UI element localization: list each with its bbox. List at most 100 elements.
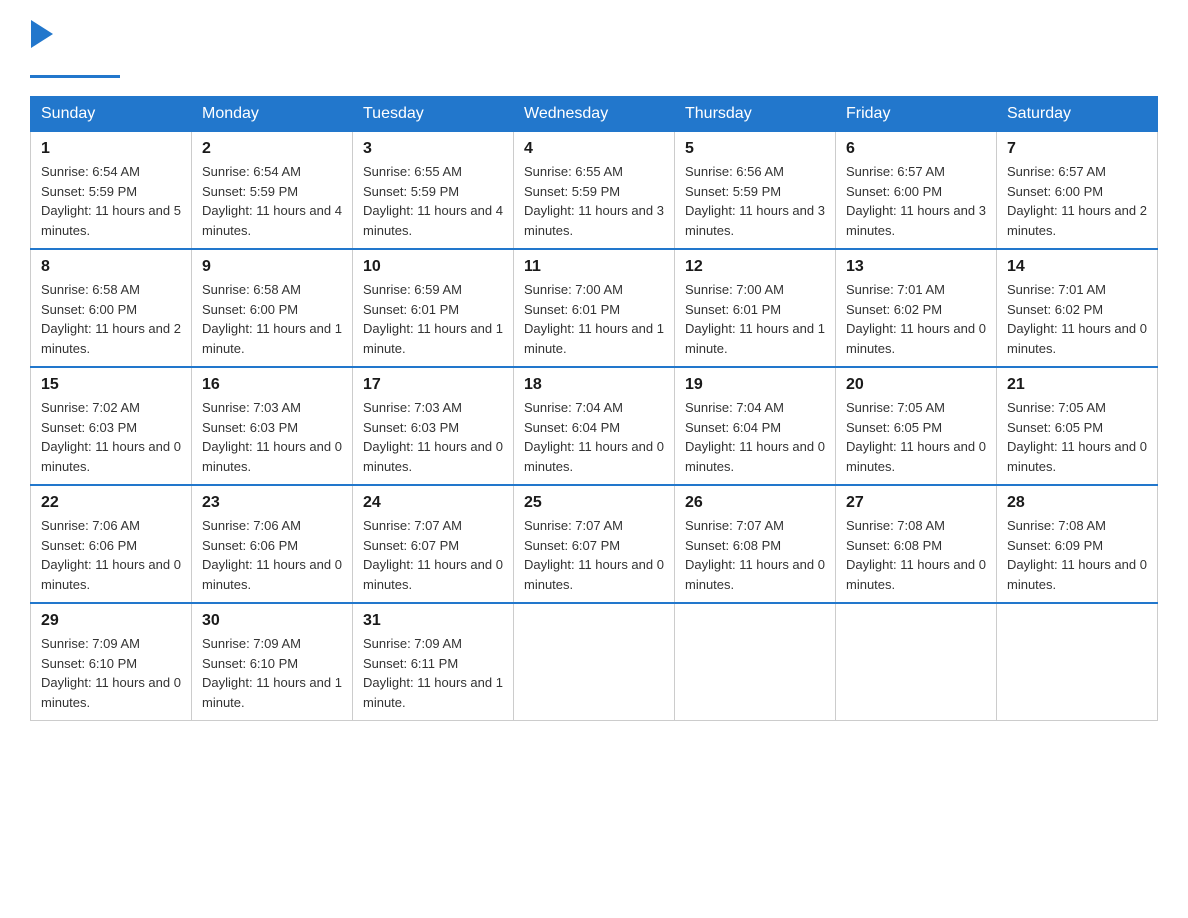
sunrise-label: Sunrise: 6:57 AM [1007, 164, 1106, 179]
calendar-cell: 3 Sunrise: 6:55 AM Sunset: 5:59 PM Dayli… [353, 132, 514, 250]
day-number: 19 [685, 376, 825, 394]
day-info: Sunrise: 7:00 AM Sunset: 6:01 PM Dayligh… [685, 280, 825, 358]
calendar-cell: 27 Sunrise: 7:08 AM Sunset: 6:08 PM Dayl… [836, 485, 997, 603]
calendar-cell: 12 Sunrise: 7:00 AM Sunset: 6:01 PM Dayl… [675, 249, 836, 367]
sunrise-label: Sunrise: 7:06 AM [202, 518, 301, 533]
day-info: Sunrise: 7:06 AM Sunset: 6:06 PM Dayligh… [202, 516, 342, 594]
day-info: Sunrise: 6:58 AM Sunset: 6:00 PM Dayligh… [41, 280, 181, 358]
calendar-cell: 22 Sunrise: 7:06 AM Sunset: 6:06 PM Dayl… [31, 485, 192, 603]
sunrise-label: Sunrise: 7:03 AM [363, 400, 462, 415]
day-info: Sunrise: 6:55 AM Sunset: 5:59 PM Dayligh… [363, 162, 503, 240]
sunrise-label: Sunrise: 7:07 AM [363, 518, 462, 533]
day-info: Sunrise: 7:09 AM Sunset: 6:10 PM Dayligh… [202, 634, 342, 712]
calendar-week-row: 1 Sunrise: 6:54 AM Sunset: 5:59 PM Dayli… [31, 132, 1158, 250]
day-info: Sunrise: 7:05 AM Sunset: 6:05 PM Dayligh… [1007, 398, 1147, 476]
calendar-cell: 11 Sunrise: 7:00 AM Sunset: 6:01 PM Dayl… [514, 249, 675, 367]
sunset-label: Sunset: 6:00 PM [41, 302, 137, 317]
day-info: Sunrise: 6:56 AM Sunset: 5:59 PM Dayligh… [685, 162, 825, 240]
calendar-cell: 14 Sunrise: 7:01 AM Sunset: 6:02 PM Dayl… [997, 249, 1158, 367]
daylight-label: Daylight: 11 hours and 1 minute. [202, 675, 342, 710]
daylight-label: Daylight: 11 hours and 0 minutes. [1007, 439, 1147, 474]
sunset-label: Sunset: 6:05 PM [1007, 420, 1103, 435]
day-header-tuesday: Tuesday [353, 97, 514, 132]
calendar-cell: 7 Sunrise: 6:57 AM Sunset: 6:00 PM Dayli… [997, 132, 1158, 250]
daylight-label: Daylight: 11 hours and 0 minutes. [363, 557, 503, 592]
daylight-label: Daylight: 11 hours and 0 minutes. [202, 439, 342, 474]
day-info: Sunrise: 7:07 AM Sunset: 6:07 PM Dayligh… [524, 516, 664, 594]
sunrise-label: Sunrise: 6:57 AM [846, 164, 945, 179]
day-number: 21 [1007, 376, 1147, 394]
calendar-cell [675, 603, 836, 721]
day-info: Sunrise: 6:59 AM Sunset: 6:01 PM Dayligh… [363, 280, 503, 358]
day-number: 4 [524, 140, 664, 158]
daylight-label: Daylight: 11 hours and 0 minutes. [846, 557, 986, 592]
calendar-cell: 6 Sunrise: 6:57 AM Sunset: 6:00 PM Dayli… [836, 132, 997, 250]
day-info: Sunrise: 7:09 AM Sunset: 6:10 PM Dayligh… [41, 634, 181, 712]
day-info: Sunrise: 6:54 AM Sunset: 5:59 PM Dayligh… [41, 162, 181, 240]
daylight-label: Daylight: 11 hours and 0 minutes. [363, 439, 503, 474]
day-info: Sunrise: 7:02 AM Sunset: 6:03 PM Dayligh… [41, 398, 181, 476]
day-number: 12 [685, 258, 825, 276]
day-number: 25 [524, 494, 664, 512]
calendar-cell: 18 Sunrise: 7:04 AM Sunset: 6:04 PM Dayl… [514, 367, 675, 485]
day-info: Sunrise: 6:57 AM Sunset: 6:00 PM Dayligh… [1007, 162, 1147, 240]
day-number: 23 [202, 494, 342, 512]
sunrise-label: Sunrise: 7:00 AM [524, 282, 623, 297]
sunrise-label: Sunrise: 7:01 AM [846, 282, 945, 297]
calendar-cell: 29 Sunrise: 7:09 AM Sunset: 6:10 PM Dayl… [31, 603, 192, 721]
calendar-cell: 15 Sunrise: 7:02 AM Sunset: 6:03 PM Dayl… [31, 367, 192, 485]
daylight-label: Daylight: 11 hours and 1 minute. [363, 675, 503, 710]
calendar-cell: 10 Sunrise: 6:59 AM Sunset: 6:01 PM Dayl… [353, 249, 514, 367]
calendar-cell [997, 603, 1158, 721]
calendar-cell: 25 Sunrise: 7:07 AM Sunset: 6:07 PM Dayl… [514, 485, 675, 603]
calendar-week-row: 15 Sunrise: 7:02 AM Sunset: 6:03 PM Dayl… [31, 367, 1158, 485]
sunrise-label: Sunrise: 6:54 AM [202, 164, 301, 179]
sunset-label: Sunset: 5:59 PM [41, 184, 137, 199]
daylight-label: Daylight: 11 hours and 0 minutes. [846, 321, 986, 356]
day-header-monday: Monday [192, 97, 353, 132]
sunrise-label: Sunrise: 7:00 AM [685, 282, 784, 297]
calendar-cell [514, 603, 675, 721]
sunset-label: Sunset: 5:59 PM [202, 184, 298, 199]
calendar-table: SundayMondayTuesdayWednesdayThursdayFrid… [30, 96, 1158, 721]
daylight-label: Daylight: 11 hours and 0 minutes. [685, 557, 825, 592]
calendar-cell: 9 Sunrise: 6:58 AM Sunset: 6:00 PM Dayli… [192, 249, 353, 367]
sunrise-label: Sunrise: 6:59 AM [363, 282, 462, 297]
day-number: 27 [846, 494, 986, 512]
daylight-label: Daylight: 11 hours and 0 minutes. [1007, 321, 1147, 356]
day-number: 2 [202, 140, 342, 158]
calendar-cell: 5 Sunrise: 6:56 AM Sunset: 5:59 PM Dayli… [675, 132, 836, 250]
calendar-header-row: SundayMondayTuesdayWednesdayThursdayFrid… [31, 97, 1158, 132]
calendar-cell: 1 Sunrise: 6:54 AM Sunset: 5:59 PM Dayli… [31, 132, 192, 250]
sunset-label: Sunset: 5:59 PM [363, 184, 459, 199]
sunrise-label: Sunrise: 6:55 AM [363, 164, 462, 179]
day-info: Sunrise: 7:03 AM Sunset: 6:03 PM Dayligh… [202, 398, 342, 476]
day-number: 20 [846, 376, 986, 394]
day-info: Sunrise: 7:01 AM Sunset: 6:02 PM Dayligh… [846, 280, 986, 358]
day-header-friday: Friday [836, 97, 997, 132]
sunrise-label: Sunrise: 6:54 AM [41, 164, 140, 179]
day-info: Sunrise: 7:06 AM Sunset: 6:06 PM Dayligh… [41, 516, 181, 594]
calendar-cell: 23 Sunrise: 7:06 AM Sunset: 6:06 PM Dayl… [192, 485, 353, 603]
day-number: 5 [685, 140, 825, 158]
calendar-cell: 4 Sunrise: 6:55 AM Sunset: 5:59 PM Dayli… [514, 132, 675, 250]
sunrise-label: Sunrise: 7:09 AM [41, 636, 140, 651]
daylight-label: Daylight: 11 hours and 1 minute. [524, 321, 664, 356]
sunset-label: Sunset: 6:11 PM [363, 656, 458, 671]
calendar-cell: 20 Sunrise: 7:05 AM Sunset: 6:05 PM Dayl… [836, 367, 997, 485]
sunrise-label: Sunrise: 7:06 AM [41, 518, 140, 533]
sunset-label: Sunset: 6:02 PM [1007, 302, 1103, 317]
day-number: 29 [41, 612, 181, 630]
calendar-cell: 2 Sunrise: 6:54 AM Sunset: 5:59 PM Dayli… [192, 132, 353, 250]
sunset-label: Sunset: 6:03 PM [202, 420, 298, 435]
calendar-cell: 17 Sunrise: 7:03 AM Sunset: 6:03 PM Dayl… [353, 367, 514, 485]
calendar-cell [836, 603, 997, 721]
daylight-label: Daylight: 11 hours and 2 minutes. [41, 321, 181, 356]
day-info: Sunrise: 7:07 AM Sunset: 6:08 PM Dayligh… [685, 516, 825, 594]
sunrise-label: Sunrise: 7:04 AM [524, 400, 623, 415]
sunset-label: Sunset: 6:10 PM [202, 656, 298, 671]
daylight-label: Daylight: 11 hours and 3 minutes. [685, 203, 825, 238]
sunrise-label: Sunrise: 7:05 AM [846, 400, 945, 415]
daylight-label: Daylight: 11 hours and 0 minutes. [1007, 557, 1147, 592]
calendar-cell: 8 Sunrise: 6:58 AM Sunset: 6:00 PM Dayli… [31, 249, 192, 367]
